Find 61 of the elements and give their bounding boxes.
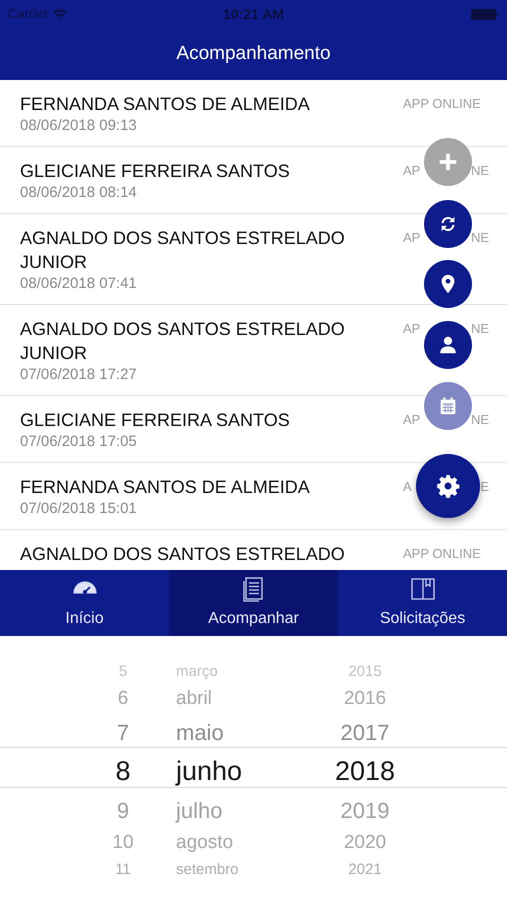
picker-month[interactable]: abril xyxy=(160,684,310,714)
picker-year[interactable]: 2016 xyxy=(310,684,420,714)
date-time: 07/06/2018 15:01 xyxy=(20,499,138,519)
picker-month[interactable]: julho xyxy=(160,794,310,826)
status-label: A xyxy=(403,478,412,496)
picker-day[interactable]: 7 xyxy=(0,716,160,748)
contact-name: AGNALDO DOS SANTOS ESTRELADO JUNIOR xyxy=(20,318,346,365)
picker-month[interactable]: junho xyxy=(160,750,310,792)
picker-year[interactable]: 2021 xyxy=(310,858,420,882)
picker-year[interactable]: 2015 xyxy=(310,660,420,684)
status-label: AP xyxy=(403,411,420,429)
date-time: 08/06/2018 08:14 xyxy=(20,183,138,203)
picker-month[interactable]: março xyxy=(160,660,310,684)
picker-month[interactable]: agosto xyxy=(160,828,310,858)
status-label: AP xyxy=(403,229,420,247)
picker-month[interactable]: setembro xyxy=(160,858,310,882)
user-button[interactable] xyxy=(424,321,472,369)
picker-day[interactable]: 6 xyxy=(0,684,160,714)
settings-icon xyxy=(435,473,461,499)
person-icon xyxy=(437,334,459,356)
date-time: 07/06/2018 17:27 xyxy=(20,365,138,385)
picker-day[interactable]: 5 xyxy=(0,660,160,684)
picker-year[interactable]: 2020 xyxy=(310,828,420,858)
picker-month[interactable]: maio xyxy=(160,716,310,748)
contact-name: GLEICIANE FERREIRA SANTOS xyxy=(20,160,291,183)
plus-icon xyxy=(437,151,459,173)
tab-item[interactable]: Início xyxy=(0,570,169,636)
location-button[interactable] xyxy=(424,260,472,308)
picker-year[interactable]: 2019 xyxy=(310,794,420,826)
status-label: NE xyxy=(470,411,489,429)
status-label: AP xyxy=(403,162,420,180)
clock-time: 10:21 AM xyxy=(223,4,284,24)
status-label: NE xyxy=(470,320,489,338)
picker-day[interactable]: 10 xyxy=(0,828,160,858)
settings-button[interactable] xyxy=(416,454,480,518)
status-label: E xyxy=(480,478,489,496)
date-time: 08/06/2018 07:41 xyxy=(20,274,138,294)
carrier-label: Carrier xyxy=(8,5,48,24)
picker-day[interactable]: 9 xyxy=(0,794,160,826)
status-label: AP xyxy=(403,320,420,338)
date-time: 08/06/2018 09:13 xyxy=(20,116,138,136)
picker-year[interactable]: 2018 xyxy=(310,750,420,792)
wifi-icon xyxy=(52,8,68,20)
picker-day[interactable]: 8 xyxy=(0,750,160,792)
screen-title: Acompanhamento xyxy=(176,42,331,66)
status-label: NE xyxy=(470,162,489,180)
sync-button[interactable] xyxy=(424,200,472,248)
contact-name: FERNANDA SANTOS DE ALMEIDA xyxy=(20,93,311,116)
battery-icon xyxy=(471,9,499,20)
status-label: NE xyxy=(470,229,489,247)
contact-name: FERNANDA SANTOS DE ALMEIDA xyxy=(20,476,311,499)
status-label: APP ONLINE xyxy=(403,545,481,563)
date-time: 07/06/2018 17:05 xyxy=(20,432,138,452)
picker-year[interactable]: 2017 xyxy=(310,716,420,748)
picker-day[interactable]: 11 xyxy=(0,858,160,882)
contact-name: AGNALDO DOS SANTOS ESTRELADO JUNIOR xyxy=(20,227,346,274)
contact-name: GLEICIANE FERREIRA SANTOS xyxy=(20,409,291,432)
contact-name: AGNALDO DOS SANTOS ESTRELADO xyxy=(20,543,346,566)
tab-item[interactable]: Acompanhar xyxy=(169,570,338,636)
tab-item[interactable]: Solicitações xyxy=(338,570,507,636)
status-label: APP ONLINE xyxy=(403,95,481,113)
